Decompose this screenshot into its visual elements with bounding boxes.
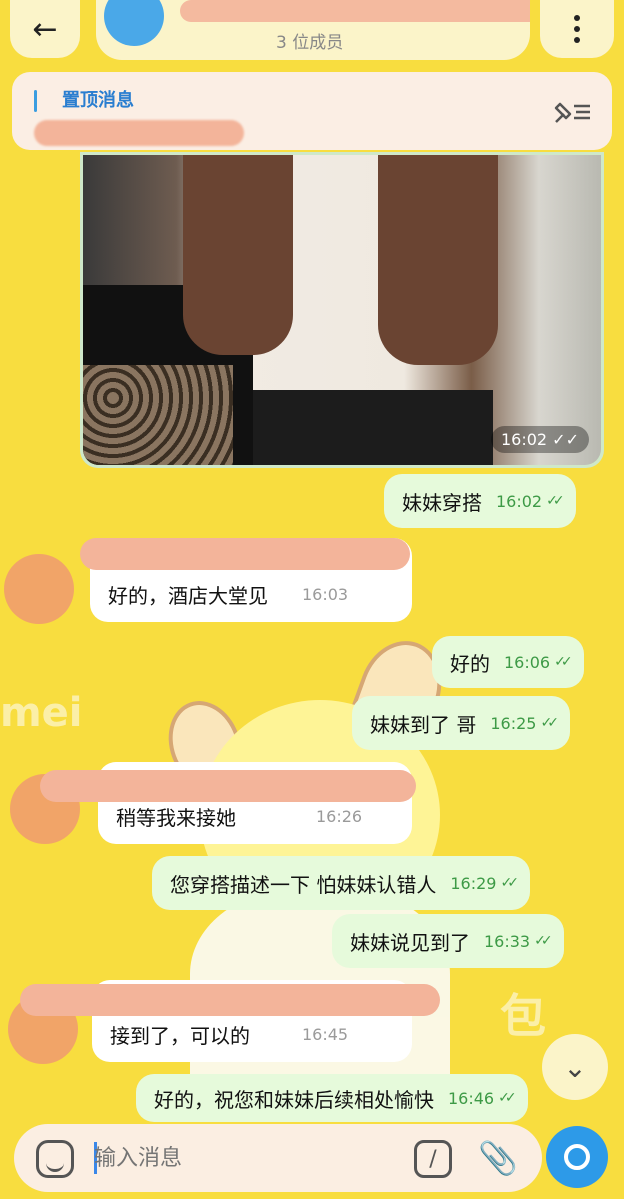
- message-time: 16:33 ✓✓: [484, 931, 553, 951]
- message-bubble-outgoing[interactable]: 好的，祝您和妹妹后续相处愉快 16:46 ✓✓: [136, 1074, 528, 1122]
- message-bubble-outgoing[interactable]: 妹妹到了 哥 16:25 ✓✓: [352, 696, 570, 750]
- chat-title[interactable]: 3 位成员: [96, 0, 530, 60]
- back-button[interactable]: ←: [10, 0, 80, 58]
- message-text: 接到了，可以的: [110, 1023, 250, 1048]
- group-name-redacted: [180, 0, 530, 22]
- photo-timestamp: 16:02 ✓✓: [490, 426, 589, 453]
- message-text: 好的，酒店大堂见: [108, 583, 268, 608]
- send-icon: [564, 1144, 590, 1170]
- double-check-icon: ✓✓: [498, 1090, 517, 1106]
- message-time: 16:45: [302, 1024, 349, 1044]
- pinned-message[interactable]: 置顶消息: [12, 72, 612, 150]
- double-check-icon: ✓✓: [554, 654, 573, 670]
- message-time: 16:06 ✓✓: [504, 652, 573, 672]
- more-vert-icon: [574, 15, 580, 43]
- member-count: 3 位成员: [276, 33, 344, 53]
- menu-button[interactable]: [540, 0, 614, 58]
- message-time: 16:26: [316, 806, 363, 826]
- double-check-icon: ✓✓: [500, 875, 519, 891]
- message-text: 妹妹说见到了: [350, 930, 470, 955]
- watermark-text: mei: [0, 690, 83, 736]
- message-text: 好的: [450, 651, 490, 676]
- double-check-icon: ✓✓: [540, 715, 559, 731]
- pin-list-icon[interactable]: [552, 98, 594, 126]
- message-time: 16:02 ✓✓: [496, 491, 565, 511]
- message-time: 16:29 ✓✓: [450, 873, 519, 893]
- sender-name-redacted: [80, 538, 410, 570]
- group-avatar: [104, 0, 164, 46]
- chevron-down-icon: ⌄: [563, 1050, 587, 1084]
- photo-image: 16:02 ✓✓: [83, 155, 601, 465]
- double-check-icon: ✓✓: [546, 493, 565, 509]
- message-time: 16:25 ✓✓: [490, 713, 559, 733]
- sender-name-redacted: [40, 770, 416, 802]
- message-time: 16:03: [302, 584, 349, 604]
- message-text: 好的，祝您和妹妹后续相处愉快: [154, 1087, 434, 1112]
- sender-name-redacted: [20, 984, 440, 1016]
- pinned-label: 置顶消息: [62, 90, 134, 111]
- pinned-text-redacted: [34, 120, 244, 146]
- double-check-icon: ✓✓: [534, 933, 553, 949]
- slash-command-icon[interactable]: /: [414, 1140, 452, 1178]
- scroll-to-bottom-button[interactable]: ⌄: [542, 1034, 608, 1100]
- arrow-left-icon: ←: [32, 11, 58, 47]
- message-text: 您穿搭描述一下 怕妹妹认错人: [170, 872, 437, 897]
- pinned-indicator: [34, 90, 37, 112]
- message-time: 16:46 ✓✓: [448, 1088, 517, 1108]
- message-text: 妹妹穿搭: [402, 490, 482, 515]
- sticker-icon[interactable]: [36, 1140, 74, 1178]
- message-bubble-outgoing[interactable]: 好的 16:06 ✓✓: [432, 636, 584, 688]
- message-bubble-outgoing[interactable]: 妹妹说见到了 16:33 ✓✓: [332, 914, 564, 968]
- avatar[interactable]: [4, 554, 74, 624]
- message-composer: / 📎: [14, 1124, 542, 1192]
- message-bubble-outgoing[interactable]: 您穿搭描述一下 怕妹妹认错人 16:29 ✓✓: [152, 856, 530, 910]
- message-text: 妹妹到了 哥: [370, 712, 477, 737]
- paperclip-icon[interactable]: 📎: [476, 1136, 520, 1180]
- photo-message[interactable]: 16:02 ✓✓: [80, 152, 604, 468]
- send-button[interactable]: [546, 1126, 608, 1188]
- message-bubble-outgoing[interactable]: 妹妹穿搭 16:02 ✓✓: [384, 474, 576, 528]
- message-input[interactable]: [94, 1138, 394, 1178]
- watermark-text: 包: [500, 989, 546, 1043]
- message-text: 稍等我来接她: [116, 805, 236, 830]
